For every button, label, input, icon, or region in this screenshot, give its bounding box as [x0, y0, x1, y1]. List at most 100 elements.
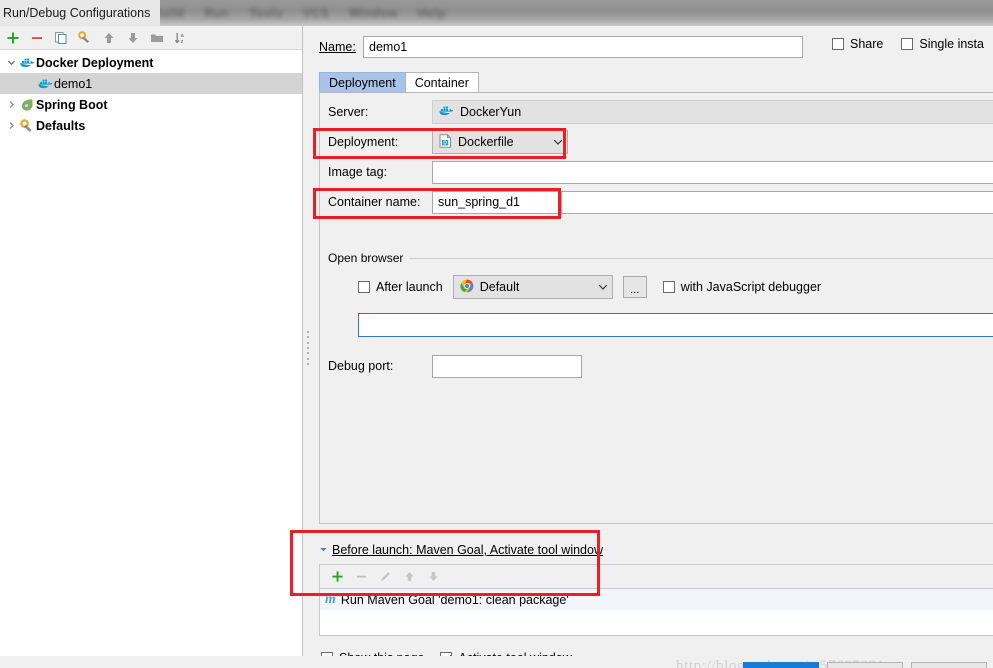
before-launch-task-list[interactable]: m Run Maven Goal 'demo1: clean package' — [319, 588, 993, 636]
name-label: Name: — [319, 40, 356, 54]
deployment-value: Dockerfile — [458, 135, 514, 149]
tree-item-docker-deployment[interactable]: Docker Deployment — [0, 52, 302, 73]
chevron-right-icon[interactable] — [4, 100, 18, 109]
dialog-body: a z Docker Deployment demo1 Spring Boot … — [0, 26, 993, 668]
debug-port-row: Debug port: — [320, 351, 993, 381]
show-this-page-label: Show this page — [339, 651, 424, 656]
before-launch-header[interactable]: Before launch: Maven Goal, Activate tool… — [319, 542, 993, 558]
activate-tool-window-label: Activate tool window — [458, 651, 571, 656]
docker-whale-icon — [36, 77, 54, 90]
image-tag-row: Image tag: — [320, 157, 993, 187]
js-debugger-checkbox[interactable]: with JavaScript debugger — [662, 280, 822, 294]
svg-text:D: D — [443, 140, 447, 146]
chevron-down-icon[interactable] — [4, 58, 18, 67]
after-launch-label: After launch — [376, 280, 443, 294]
apply-button[interactable]: Apply — [911, 662, 987, 668]
arrow-down-icon[interactable] — [122, 27, 144, 49]
pane-splitter[interactable] — [303, 26, 313, 656]
arrow-up-icon[interactable] — [98, 27, 120, 49]
share-label: Share — [850, 37, 884, 51]
debug-port-input[interactable] — [432, 354, 582, 378]
activate-tool-window-checkbox-box[interactable] — [440, 652, 453, 656]
dialog-title: Run/Debug Configurations — [0, 0, 160, 26]
before-launch-options: Show this page Activate tool window — [321, 651, 572, 656]
show-this-page-checkbox[interactable]: Show this page — [321, 651, 424, 656]
tree-item-demo1[interactable]: demo1 — [0, 73, 302, 94]
editor-tabs[interactable]: Deployment Container — [319, 71, 479, 93]
single-instance-checkbox[interactable]: Single insta — [901, 37, 984, 51]
move-task-up-button[interactable] — [398, 566, 420, 588]
copy-icon[interactable] — [50, 27, 72, 49]
remove-button[interactable] — [26, 27, 48, 49]
server-label: Server: — [328, 105, 369, 119]
server-row: Server: DockerYun — [320, 97, 993, 127]
bg-menu-help: Help — [418, 6, 447, 20]
container-name-input[interactable]: sun_spring_d1 — [432, 190, 562, 214]
configuration-editor-pane: Name: demo1 Share Single insta Deploymen… — [313, 26, 993, 656]
configurations-tree[interactable]: Docker Deployment demo1 Spring Boot Defa… — [0, 50, 302, 656]
chevron-down-icon[interactable] — [590, 280, 608, 294]
ok-button[interactable]: OK — [743, 662, 819, 668]
js-debugger-checkbox-box[interactable] — [662, 281, 675, 293]
run-debug-configurations-dialog: Build Run Tools VCS Window Help Run/Debu… — [0, 0, 993, 668]
browse-button[interactable]: ... — [622, 276, 647, 298]
group-divider — [408, 258, 993, 259]
bg-menu-vcs: VCS — [302, 6, 330, 20]
container-name-input-extension[interactable] — [562, 190, 993, 214]
deployment-tab-panel: Server: DockerYun Deployment: D Dockerfi… — [319, 92, 993, 524]
deployment-label: Deployment: — [328, 135, 399, 149]
container-name-label: Container name: — [328, 195, 421, 209]
name-input[interactable]: demo1 — [363, 36, 803, 58]
container-name-row: Container name: sun_spring_d1 — [320, 187, 993, 217]
browser-combo[interactable]: Default — [452, 275, 613, 299]
tree-item-defaults[interactable]: Defaults — [0, 115, 302, 136]
chevron-down-icon[interactable] — [545, 135, 563, 149]
show-this-page-checkbox-box[interactable] — [321, 652, 333, 656]
image-tag-label: Image tag: — [328, 165, 388, 179]
server-field[interactable]: DockerYun — [432, 100, 993, 124]
tab-deployment[interactable]: Deployment — [319, 72, 406, 93]
tree-item-label: demo1 — [54, 76, 93, 91]
chevron-down-icon[interactable] — [319, 543, 328, 557]
task-label: Run Maven Goal 'demo1: clean package' — [340, 592, 569, 607]
deployment-combo[interactable]: D Dockerfile — [432, 130, 568, 154]
remove-task-button[interactable] — [350, 566, 372, 588]
after-launch-checkbox-box[interactable] — [358, 281, 370, 293]
list-item[interactable]: m Run Maven Goal 'demo1: clean package' — [320, 589, 993, 610]
tab-container[interactable]: Container — [404, 72, 479, 93]
wrench-icon[interactable] — [74, 27, 96, 49]
image-tag-input[interactable] — [432, 160, 993, 184]
before-launch-section: Before launch: Maven Goal, Activate tool… — [319, 542, 993, 636]
svg-text:z: z — [181, 39, 184, 45]
tree-toolbar: a z — [0, 26, 302, 50]
dialog-buttons: OK Cancel Apply — [0, 662, 993, 668]
add-button[interactable] — [2, 27, 24, 49]
bg-menu-tools: Tools — [249, 6, 283, 20]
tree-item-label: Defaults — [36, 118, 86, 133]
tree-item-label: Spring Boot — [36, 97, 108, 112]
browser-url-input[interactable] — [358, 313, 993, 337]
maven-icon: m — [325, 591, 336, 607]
sort-az-icon[interactable]: a z — [170, 27, 192, 49]
cancel-button[interactable]: Cancel — [827, 662, 903, 668]
add-task-button[interactable] — [326, 566, 348, 588]
open-browser-group: Open browser After launch Default ... wi… — [328, 251, 993, 351]
share-checkbox-box[interactable] — [832, 38, 844, 50]
chevron-right-icon[interactable] — [4, 121, 18, 130]
pencil-icon[interactable] — [374, 566, 396, 588]
name-row: Name: demo1 — [319, 36, 803, 58]
wrench-icon — [18, 118, 36, 133]
bg-menu-window: Window — [349, 6, 399, 20]
splitter-grip[interactable] — [306, 331, 310, 365]
deployment-row: Deployment: D Dockerfile — [320, 127, 993, 157]
top-checkboxes: Share Single insta — [832, 37, 984, 51]
single-instance-checkbox-box[interactable] — [901, 38, 914, 50]
share-checkbox[interactable]: Share — [832, 37, 883, 51]
debug-port-label: Debug port: — [328, 359, 394, 373]
after-launch-checkbox[interactable]: After launch — [358, 280, 443, 294]
activate-tool-window-checkbox[interactable]: Activate tool window — [440, 651, 572, 656]
js-debugger-label: with JavaScript debugger — [680, 280, 822, 294]
folder-icon[interactable] — [146, 27, 168, 49]
tree-item-spring-boot[interactable]: Spring Boot — [0, 94, 302, 115]
move-task-down-button[interactable] — [422, 566, 444, 588]
